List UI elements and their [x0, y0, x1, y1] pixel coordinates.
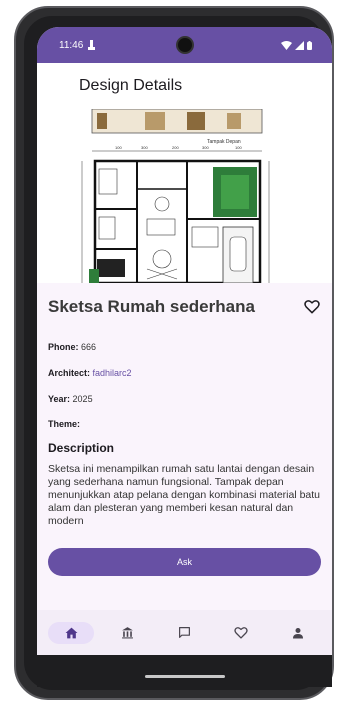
camera-cutout	[176, 36, 194, 54]
dim-label: 200	[172, 145, 179, 150]
description-heading: Description	[48, 441, 115, 455]
nav-favorites[interactable]	[218, 622, 264, 644]
clock: 11:46	[59, 39, 84, 51]
heart-outline-icon	[304, 300, 320, 314]
phone-field: Phone: 666	[48, 342, 96, 352]
architect-label: Architect:	[48, 368, 91, 378]
theme-field: Theme:	[48, 419, 80, 429]
dim-label: 300	[202, 145, 209, 150]
home-icon	[65, 627, 78, 638]
architect-field: Architect: fadhilarc2	[48, 368, 132, 378]
home-indicator[interactable]	[145, 675, 225, 678]
dim-label: 300	[141, 145, 148, 150]
favorite-button[interactable]	[300, 295, 324, 319]
year-label: Year:	[48, 394, 71, 404]
nav-home[interactable]	[48, 621, 95, 644]
building-icon	[122, 627, 134, 639]
signal-icon	[295, 40, 304, 50]
bottom-navigation	[37, 610, 332, 655]
floor-plan-sketch: Tampak Depan 100 300 200 300 100	[37, 109, 332, 283]
phone-label: Phone:	[48, 342, 79, 352]
description-text: Sketsa ini menampilkan rumah satu lantai…	[48, 463, 321, 527]
wifi-icon	[281, 40, 292, 50]
title-row: Sketsa Rumah sederhana	[48, 295, 324, 319]
nav-profile[interactable]	[275, 622, 321, 644]
ask-button[interactable]: Ask	[48, 548, 321, 576]
phone-screen: 11:46 Design Details Tampak Depan 100 30…	[37, 27, 332, 687]
design-image[interactable]: Tampak Depan 100 300 200 300 100	[37, 109, 332, 283]
gesture-bar	[37, 655, 332, 687]
theme-label: Theme:	[48, 419, 81, 429]
notification-icon	[88, 40, 96, 50]
dim-label: 100	[115, 145, 122, 150]
dim-label: 100	[235, 145, 242, 150]
nav-projects[interactable]	[105, 622, 151, 644]
design-title: Sketsa Rumah sederhana	[48, 297, 255, 316]
chat-icon	[179, 627, 190, 638]
year-value: 2025	[72, 394, 93, 404]
heart-icon	[234, 626, 248, 639]
nav-chat[interactable]	[161, 622, 207, 644]
architect-link[interactable]: fadhilarc2	[93, 368, 132, 378]
app-bar: Design Details	[37, 63, 332, 109]
phone-value: 666	[81, 342, 97, 352]
year-field: Year: 2025	[48, 394, 93, 404]
page-title: Design Details	[79, 77, 183, 94]
battery-icon	[307, 40, 312, 50]
person-icon	[292, 627, 303, 638]
